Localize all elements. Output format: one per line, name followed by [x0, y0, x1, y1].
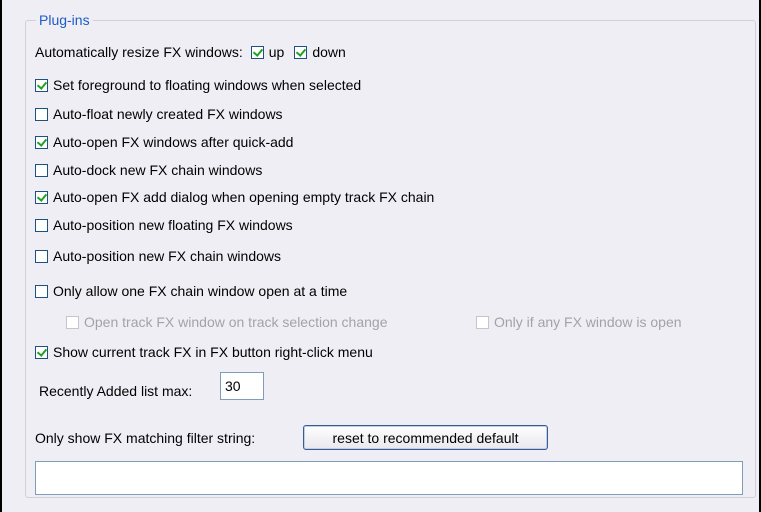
set-foreground-checkbox[interactable] — [35, 78, 48, 92]
option-label[interactable]: Set foreground to floating windows when … — [53, 77, 361, 93]
resize-label: Automatically resize FX windows: — [35, 44, 243, 60]
filter-string-input[interactable] — [35, 461, 743, 495]
option-set-foreground[interactable]: Set foreground to floating windows when … — [35, 77, 361, 93]
auto-open-add-dialog-checkbox[interactable] — [35, 190, 48, 204]
option-label[interactable]: Show current track FX in FX button right… — [53, 344, 373, 360]
recent-max-input[interactable] — [220, 372, 264, 400]
sub-option-any-fx-window[interactable]: Only if any FX window is open — [476, 314, 682, 330]
resize-down-checkbox[interactable] — [294, 45, 308, 59]
option-label[interactable]: Auto-dock new FX chain windows — [53, 162, 262, 178]
filter-label: Only show FX matching filter string: — [35, 430, 256, 446]
option-label[interactable]: Auto-position new FX chain windows — [53, 248, 281, 264]
track-selection-checkbox[interactable] — [66, 315, 79, 329]
auto-position-floating-checkbox[interactable] — [35, 218, 48, 232]
option-show-current-track-fx[interactable]: Show current track FX in FX button right… — [35, 344, 373, 360]
option-label[interactable]: Auto-open FX windows after quick-add — [53, 134, 293, 150]
reset-default-label: reset to recommended default — [332, 429, 519, 446]
option-auto-open-add-dialog[interactable]: Auto-open FX add dialog when opening emp… — [35, 189, 434, 205]
sub-option-track-selection[interactable]: Open track FX window on track selection … — [66, 314, 388, 330]
resize-up-label[interactable]: up — [269, 44, 285, 60]
option-auto-dock[interactable]: Auto-dock new FX chain windows — [35, 162, 262, 178]
option-auto-float[interactable]: Auto-float newly created FX windows — [35, 106, 283, 122]
option-label: Only if any FX window is open — [494, 314, 682, 330]
resize-up-checkbox[interactable] — [250, 45, 264, 59]
reset-default-button[interactable]: reset to recommended default — [303, 425, 548, 450]
auto-open-quick-add-checkbox[interactable] — [35, 135, 48, 149]
resize-down-label[interactable]: down — [312, 44, 345, 60]
preferences-panel: Plug-ins Automatically resize FX windows… — [0, 0, 761, 512]
recent-label: Recently Added list max: — [39, 383, 193, 399]
show-current-track-fx-checkbox[interactable] — [35, 345, 48, 359]
auto-position-chain-checkbox[interactable] — [35, 249, 48, 263]
option-auto-position-floating[interactable]: Auto-position new floating FX windows — [35, 217, 293, 233]
one-chain-window-checkbox[interactable] — [35, 284, 48, 298]
any-fx-window-checkbox[interactable] — [476, 315, 489, 329]
option-one-chain-window[interactable]: Only allow one FX chain window open at a… — [35, 283, 347, 299]
option-label[interactable]: Auto-float newly created FX windows — [53, 106, 283, 122]
auto-float-checkbox[interactable] — [35, 107, 48, 121]
recent-label-row: Recently Added list max: — [39, 383, 192, 399]
option-label[interactable]: Only allow one FX chain window open at a… — [53, 283, 347, 299]
option-label: Open track FX window on track selection … — [84, 314, 388, 330]
auto-dock-checkbox[interactable] — [35, 163, 48, 177]
filter-label-row: Only show FX matching filter string: — [35, 430, 255, 446]
resize-row: Automatically resize FX windows: up down — [35, 44, 346, 60]
option-auto-open-quick-add[interactable]: Auto-open FX windows after quick-add — [35, 134, 293, 150]
option-label[interactable]: Auto-position new floating FX windows — [53, 217, 293, 233]
option-auto-position-chain[interactable]: Auto-position new FX chain windows — [35, 248, 281, 264]
group-title: Plug-ins — [36, 12, 93, 28]
option-label[interactable]: Auto-open FX add dialog when opening emp… — [53, 189, 434, 205]
